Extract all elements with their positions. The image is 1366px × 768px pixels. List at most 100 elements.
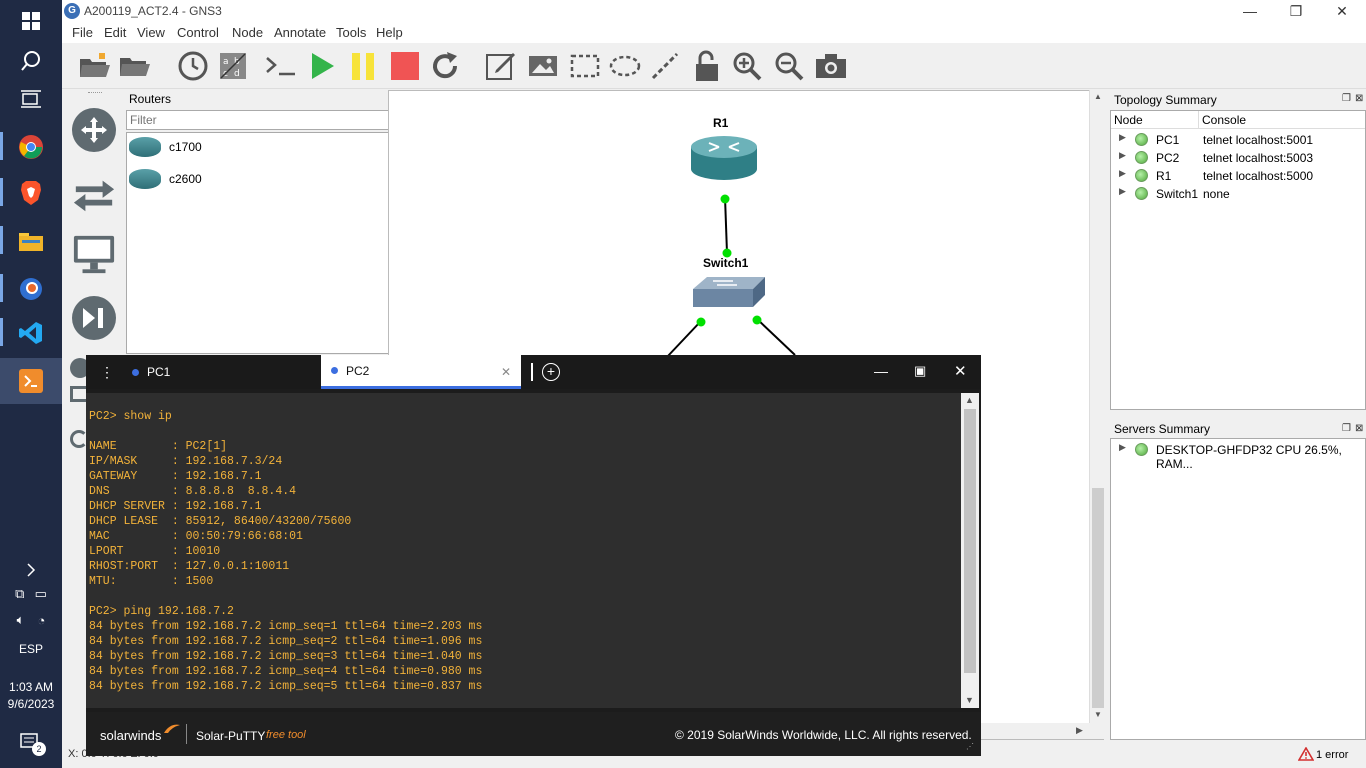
node-label-r1[interactable]: R1: [713, 116, 728, 130]
switch-node-switch1[interactable]: [693, 275, 765, 311]
table-row[interactable]: ▶ R1 telnet localhost:5000: [1111, 167, 1365, 185]
tab-status-dot: [331, 367, 338, 374]
menu-file[interactable]: File: [72, 25, 93, 40]
history-clock-icon[interactable]: [176, 50, 210, 82]
file-explorer-icon[interactable]: [0, 220, 62, 262]
menu-node[interactable]: Node: [232, 25, 263, 40]
putty-minimize-button[interactable]: —: [874, 363, 888, 379]
suspend-all-icon[interactable]: [346, 50, 380, 82]
putty-close-button[interactable]: ✕: [954, 362, 967, 380]
new-tab-plus-icon[interactable]: +: [542, 363, 560, 381]
putty-maximize-button[interactable]: ▣: [914, 363, 926, 379]
dock-float-icon[interactable]: ❐: [1342, 93, 1351, 104]
expand-arrow-icon[interactable]: ▶: [1119, 150, 1126, 161]
solar-putty-taskbar-icon[interactable]: [0, 358, 62, 404]
menu-edit[interactable]: Edit: [104, 25, 126, 40]
security-devices-category-icon[interactable]: [72, 296, 116, 340]
scrollbar-thumb[interactable]: [964, 409, 976, 673]
zoom-out-icon[interactable]: [772, 50, 806, 82]
battery-icon[interactable]: ▭: [35, 586, 47, 602]
task-view-icon[interactable]: [0, 78, 62, 120]
close-tab-icon[interactable]: ✕: [501, 365, 511, 379]
menu-help[interactable]: Help: [376, 25, 403, 40]
clock-date[interactable]: 9/6/2023: [0, 697, 62, 711]
draw-rectangle-icon[interactable]: [568, 50, 602, 82]
menu-bar: File Edit View Control Node Annotate Too…: [62, 22, 1366, 43]
router-node-r1[interactable]: [691, 135, 757, 181]
link-r1-switch1[interactable]: [724, 196, 728, 254]
node-label-switch1[interactable]: Switch1: [703, 256, 748, 270]
expand-arrow-icon[interactable]: ▶: [1119, 442, 1126, 453]
zoom-in-icon[interactable]: [730, 50, 764, 82]
notifications-icon[interactable]: 2: [0, 722, 62, 764]
end-devices-category-icon[interactable]: [72, 232, 116, 276]
insert-picture-icon[interactable]: [526, 50, 560, 82]
brave-icon[interactable]: [0, 172, 62, 214]
router-item-c1700[interactable]: c1700: [129, 135, 202, 159]
restore-button[interactable]: ❐: [1276, 2, 1316, 20]
link-switch1-pc2[interactable]: [756, 318, 796, 356]
terminal-area[interactable]: PC2> show ip NAME : PC2[1] IP/MASK : 192…: [86, 389, 981, 712]
scrollbar-thumb[interactable]: [1092, 488, 1104, 708]
windows-start-icon[interactable]: [0, 0, 62, 42]
menu-control[interactable]: Control: [177, 25, 219, 40]
column-header-console[interactable]: Console: [1199, 111, 1365, 129]
dock-close-icon[interactable]: ⊠: [1355, 423, 1363, 434]
warning-icon[interactable]: [1297, 746, 1315, 764]
canvas-horizontal-scrollbar[interactable]: ▶: [980, 723, 1104, 739]
screenshot-camera-icon[interactable]: [814, 50, 848, 82]
tab-pc1[interactable]: PC1: [122, 355, 320, 389]
canvas-vertical-scrollbar[interactable]: ▲ ▼: [1089, 90, 1105, 723]
add-note-icon[interactable]: [484, 50, 518, 82]
volume-icon[interactable]: 🔈︎: [17, 612, 25, 628]
menu-tools[interactable]: Tools: [336, 25, 366, 40]
column-header-node[interactable]: Node: [1111, 111, 1199, 129]
status-green-icon: [1135, 187, 1148, 200]
routers-category-icon[interactable]: [72, 108, 116, 152]
link-switch1-pc1[interactable]: [666, 320, 702, 358]
clock-time[interactable]: 1:03 AM: [0, 680, 62, 694]
kebab-menu-icon[interactable]: ⋮: [100, 365, 114, 379]
dock-close-icon[interactable]: ⊠: [1355, 93, 1363, 104]
terminal-scrollbar[interactable]: ▲ ▼: [961, 393, 979, 708]
tab-pc2[interactable]: PC2 ✕: [321, 355, 521, 389]
network-icon[interactable]: ⧉: [15, 586, 24, 602]
expand-arrow-icon[interactable]: ▶: [1119, 186, 1126, 197]
open-project-icon[interactable]: [118, 50, 152, 82]
resize-grip-icon[interactable]: ⋰: [966, 742, 974, 751]
language-indicator[interactable]: ESP: [0, 642, 62, 656]
router-item-c2600[interactable]: c2600: [129, 167, 202, 191]
error-count[interactable]: 1 error: [1316, 749, 1348, 761]
expand-arrow-icon[interactable]: ▶: [1119, 168, 1126, 179]
terminal-output[interactable]: PC2> show ip NAME : PC2[1] IP/MASK : 192…: [86, 393, 961, 708]
draw-ellipse-icon[interactable]: [608, 50, 642, 82]
browser-icon[interactable]: [0, 268, 62, 310]
servers-summary-title: Servers Summary: [1114, 422, 1211, 436]
menu-view[interactable]: View: [137, 25, 165, 40]
draw-line-icon[interactable]: [648, 50, 682, 82]
topology-summary-table: Node Console ▶ PC1 telnet localhost:5001…: [1110, 110, 1366, 410]
table-row[interactable]: ▶ PC2 telnet localhost:5003: [1111, 149, 1365, 167]
menu-annotate[interactable]: Annotate: [274, 25, 326, 40]
vscode-icon[interactable]: [0, 312, 62, 354]
server-row[interactable]: ▶ DESKTOP-GHFDP32 CPU 26.5%, RAM...: [1111, 441, 1365, 471]
switches-category-icon[interactable]: [72, 172, 116, 216]
console-all-icon[interactable]: [264, 50, 298, 82]
reload-all-icon[interactable]: [428, 50, 462, 82]
minimize-button[interactable]: —: [1230, 2, 1270, 20]
search-icon[interactable]: [0, 40, 62, 82]
close-window-button[interactable]: ✕: [1322, 2, 1362, 20]
new-project-icon[interactable]: [78, 50, 112, 82]
start-all-icon[interactable]: [306, 50, 340, 82]
expand-arrow-icon[interactable]: ▶: [1119, 132, 1126, 143]
show-interface-labels-icon[interactable]: abcd: [216, 50, 250, 82]
terminal-line: MAC : 00:50:79:66:68:01: [89, 530, 303, 543]
chrome-icon[interactable]: [0, 126, 62, 168]
table-row[interactable]: ▶ Switch1 none: [1111, 185, 1365, 203]
dock-float-icon[interactable]: ❐: [1342, 423, 1351, 434]
table-row[interactable]: ▶ PC1 telnet localhost:5001: [1111, 131, 1365, 149]
wifi-icon[interactable]: ◔: [38, 613, 46, 628]
stop-all-icon[interactable]: [388, 50, 422, 82]
lock-unlock-icon[interactable]: [690, 50, 724, 82]
